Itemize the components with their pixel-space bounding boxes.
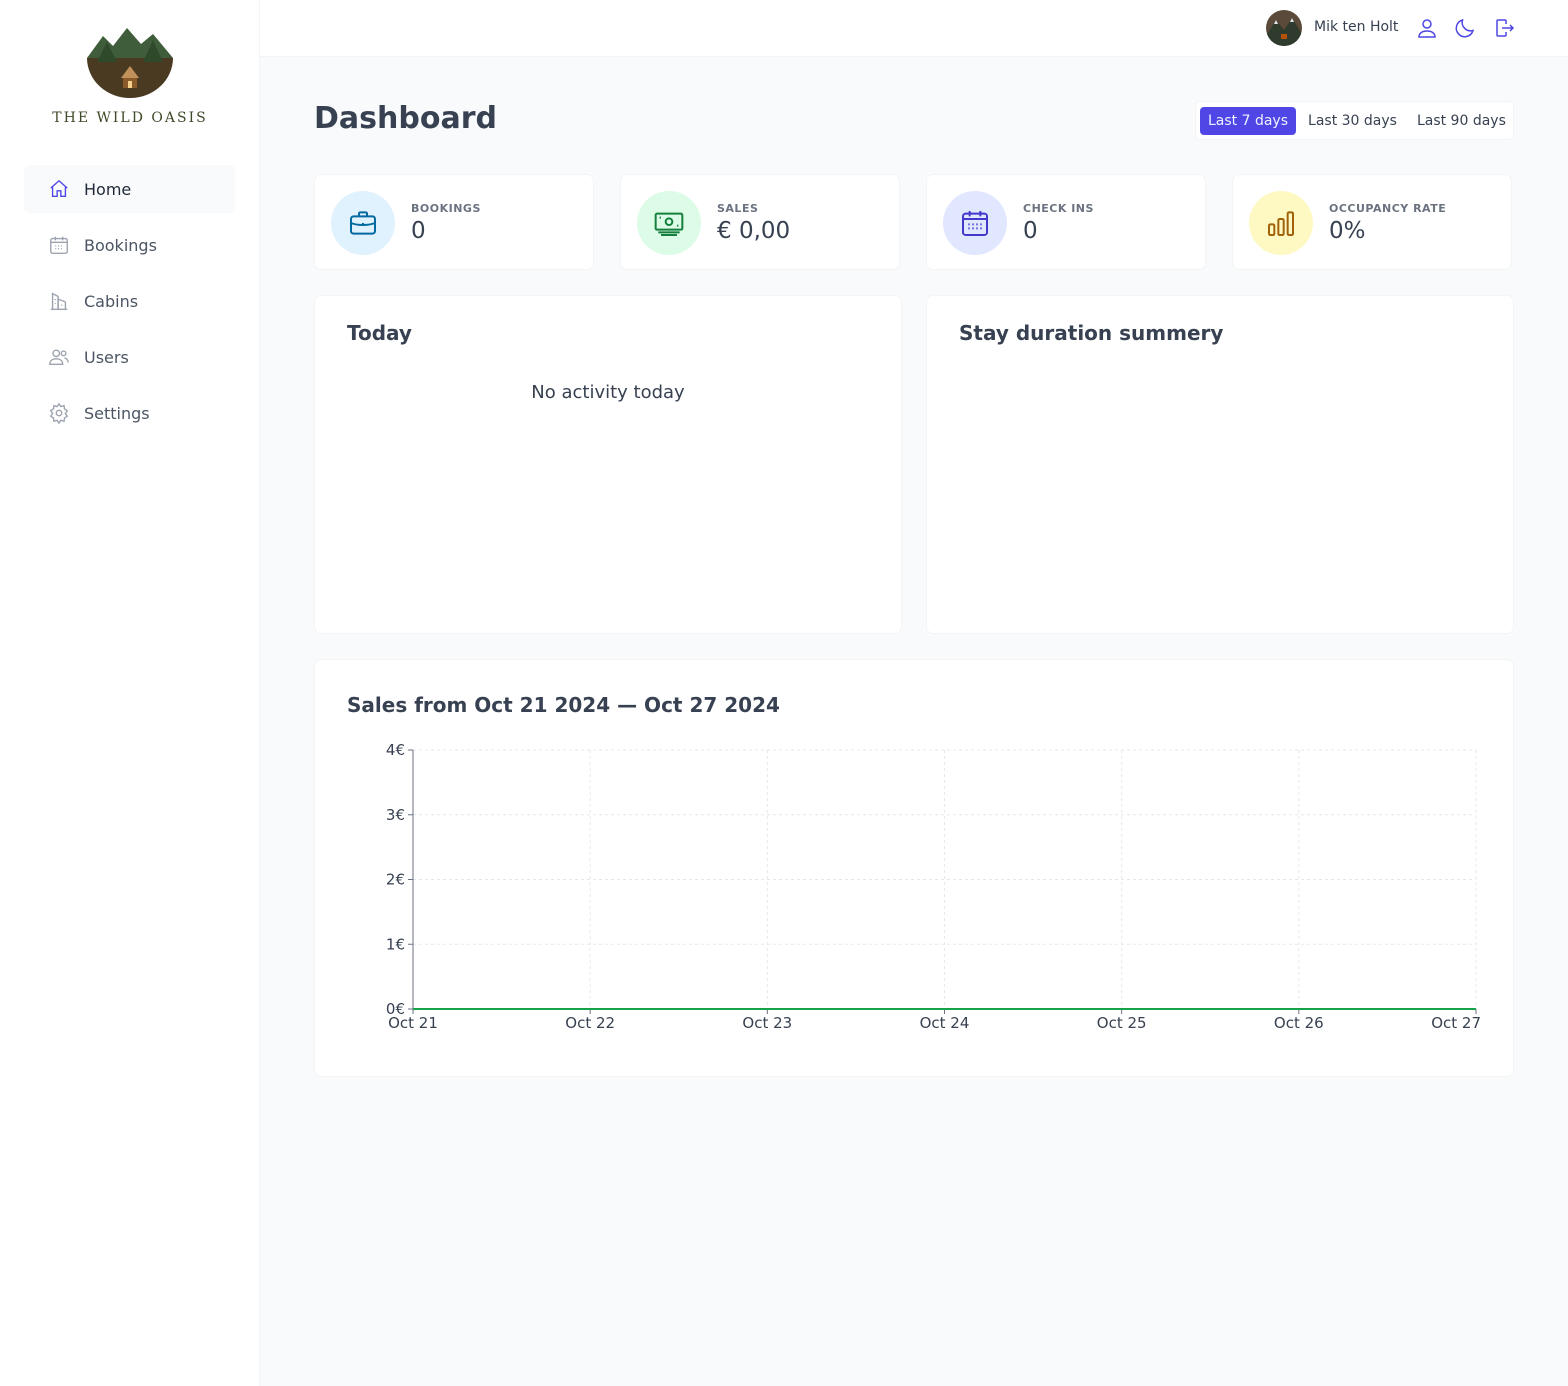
stat-sales: SALES € 0,00 — [620, 174, 900, 270]
page-title: Dashboard — [314, 101, 497, 136]
logo — [85, 28, 175, 98]
calendar-days-icon — [943, 191, 1007, 255]
sidebar-nav: Home Bookings Cabins Users Settings — [24, 165, 235, 445]
sales-chart: 0€1€2€3€4€Oct 21 Oct 22 Oct 23 Oct 24 Oct 25… — [386, 741, 1481, 1032]
banknotes-icon — [637, 191, 701, 255]
user-name: Mik ten Holt — [1314, 19, 1399, 35]
moon-icon[interactable] — [1453, 16, 1477, 40]
sidebar-item-home[interactable]: Home — [24, 165, 235, 213]
filter-last-7-days[interactable]: Last 7 days — [1200, 106, 1297, 135]
filter-last-30-days[interactable]: Last 30 days — [1300, 107, 1405, 135]
x-tick-label: Oct 25 — [1097, 1014, 1147, 1032]
x-tick-label: Oct 26 — [1274, 1014, 1324, 1032]
stat-label: BOOKINGS — [411, 202, 481, 215]
stat-label: OCCUPANCY RATE — [1329, 202, 1447, 215]
x-tick-label: Oct 21 — [388, 1014, 438, 1032]
brand-name: THE WILD OASIS — [52, 110, 208, 126]
sidebar-item-label: Users — [84, 347, 129, 367]
sales-chart-panel: Sales from Oct 21 2024 — Oct 27 2024 0€ 1… — [314, 659, 1514, 1077]
briefcase-icon — [331, 191, 395, 255]
x-tick-label: Oct 22 — [565, 1014, 615, 1032]
stat-label: SALES — [717, 202, 759, 215]
stat-bookings: BOOKINGS 0 — [314, 174, 594, 270]
stat-check-ins: CHECK INS 0 — [926, 174, 1206, 270]
y-tick-label: 1€ — [386, 935, 405, 953]
sidebar-item-settings[interactable]: Settings — [24, 389, 235, 437]
sidebar-item-label: Settings — [84, 403, 150, 423]
sidebar-item-label: Cabins — [84, 291, 139, 311]
users-icon — [49, 349, 69, 366]
chart-bar-icon — [1249, 191, 1313, 255]
stat-value: 0% — [1329, 218, 1366, 244]
no-activity-message: No activity today — [531, 382, 685, 403]
x-tick-label: Oct 24 — [920, 1014, 970, 1032]
sidebar-item-label: Bookings — [84, 235, 157, 255]
stay-duration-panel: Stay duration summery — [926, 295, 1514, 634]
y-tick-label: 4€ — [386, 741, 405, 759]
date-filter: Last 7 days Last 30 days Last 90 days — [1195, 101, 1514, 140]
home-icon — [50, 179, 68, 198]
today-panel: Today No activity today — [314, 295, 902, 634]
building-icon — [50, 292, 68, 310]
filter-last-90-days[interactable]: Last 90 days — [1409, 107, 1514, 135]
gear-icon — [49, 402, 69, 424]
stay-duration-title: Stay duration summery — [959, 321, 1224, 345]
top-header: Mik ten Holt — [260, 0, 1568, 57]
avatar[interactable] — [1266, 10, 1302, 46]
today-title: Today — [347, 321, 412, 345]
y-tick-label: 3€ — [386, 806, 405, 824]
sidebar: THE WILD OASIS Home Bookings Cabins User… — [0, 0, 260, 1386]
sidebar-item-label: Home — [84, 179, 132, 199]
stat-value: 0 — [411, 218, 426, 244]
stat-value: 0 — [1023, 218, 1038, 244]
x-tick-label: Oct 23 — [742, 1014, 792, 1032]
stat-label: CHECK INS — [1023, 202, 1094, 215]
user-icon[interactable] — [1415, 16, 1439, 40]
sidebar-item-bookings[interactable]: Bookings — [24, 221, 235, 269]
calendar-icon — [50, 236, 68, 254]
sidebar-item-users[interactable]: Users — [24, 333, 235, 381]
x-tick-label: Oct 27 — [1431, 1014, 1481, 1032]
stat-occupancy-rate: OCCUPANCY RATE 0% — [1232, 174, 1512, 270]
sidebar-item-cabins[interactable]: Cabins — [24, 277, 235, 325]
y-tick-label: 2€ — [386, 871, 405, 889]
stat-value: € 0,00 — [717, 218, 791, 244]
logout-icon[interactable] — [1492, 16, 1516, 40]
